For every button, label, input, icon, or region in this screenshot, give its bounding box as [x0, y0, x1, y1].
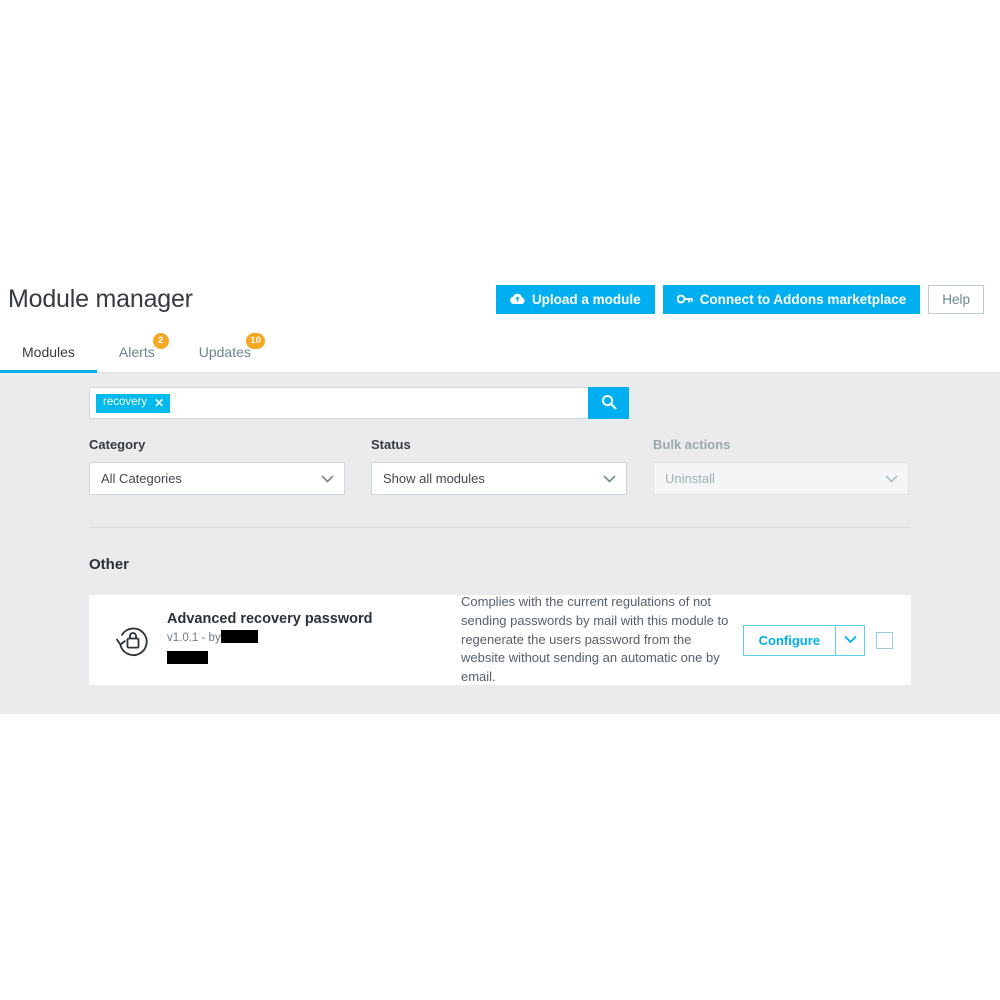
author-redaction-1 — [220, 630, 258, 644]
tab-alerts-label: Alerts — [118, 344, 155, 360]
status-select-value: Show all modules — [383, 471, 485, 486]
module-version-label: v1.0.1 - by — [167, 632, 221, 645]
page-header: Module manager Upload a module Connect t… — [0, 270, 1000, 328]
page-title: Module manager — [8, 284, 193, 313]
tab-alerts-badge: 2 — [152, 333, 169, 349]
chevron-down-icon — [844, 631, 857, 649]
connect-addons-button[interactable]: Connect to Addons marketplace — [662, 284, 921, 314]
bulk-actions-select: Uninstall — [653, 462, 909, 495]
filter-bulk-actions: Bulk actions Uninstall — [653, 437, 909, 495]
category-label: Category — [89, 437, 146, 452]
tab-updates[interactable]: Updates 10 — [177, 333, 273, 372]
module-select-checkbox[interactable] — [876, 631, 893, 649]
chevron-down-icon — [321, 474, 334, 483]
tab-alerts[interactable]: Alerts 2 — [97, 333, 177, 372]
filter-category: Category All Categories — [89, 437, 345, 495]
tab-updates-badge: 10 — [246, 333, 265, 349]
module-info: Advanced recovery password v1.0.1 - by — [161, 611, 461, 669]
bulk-actions-select-value: Uninstall — [665, 471, 715, 486]
search-bar: recovery ✕ — [89, 387, 629, 419]
module-card: Advanced recovery password v1.0.1 - by C… — [89, 593, 911, 685]
header-actions: Upload a module Connect to Addons market… — [495, 284, 984, 314]
tab-bar: Modules Alerts 2 Updates 10 — [0, 328, 1000, 373]
author-redaction-2 — [167, 651, 208, 664]
section-divider — [89, 527, 911, 528]
tab-updates-label: Updates — [198, 344, 251, 360]
close-icon[interactable]: ✕ — [154, 397, 164, 409]
password-recovery-icon — [105, 621, 161, 659]
configure-button[interactable]: Configure — [742, 624, 836, 656]
module-actions: Configure — [742, 624, 893, 656]
bulk-actions-label: Bulk actions — [653, 437, 731, 452]
module-description: Complies with the current regulations of… — [461, 593, 729, 685]
status-select[interactable]: Show all modules — [371, 462, 627, 495]
search-box[interactable]: recovery ✕ — [89, 387, 588, 419]
search-button[interactable] — [588, 387, 629, 419]
cloud-upload-icon — [510, 293, 525, 305]
search-chip-recovery[interactable]: recovery ✕ — [96, 393, 171, 413]
module-version-author: v1.0.1 - by — [167, 630, 461, 669]
category-select-value: All Categories — [101, 471, 182, 486]
key-icon — [676, 293, 693, 305]
search-input[interactable] — [176, 389, 582, 417]
content-area: recovery ✕ Category All Categories Statu… — [0, 373, 1000, 714]
tab-modules-label: Modules — [22, 344, 75, 360]
upload-module-label: Upload a module — [531, 291, 641, 307]
configure-dropdown-toggle[interactable] — [836, 624, 865, 656]
help-button[interactable]: Help — [928, 284, 984, 314]
upload-module-button[interactable]: Upload a module — [495, 284, 655, 314]
section-title-other: Other — [89, 556, 130, 573]
filter-status: Status Show all modules — [371, 437, 627, 495]
status-label: Status — [371, 437, 411, 452]
search-icon — [601, 394, 617, 413]
connect-addons-label: Connect to Addons marketplace — [699, 291, 907, 307]
help-label: Help — [942, 291, 970, 307]
app-page: Module manager Upload a module Connect t… — [0, 0, 1000, 1000]
category-select[interactable]: All Categories — [89, 462, 345, 495]
search-chip-label: recovery — [103, 396, 148, 409]
chevron-down-icon — [885, 474, 898, 483]
configure-label: Configure — [758, 632, 820, 648]
filter-row: Category All Categories Status Show all … — [89, 437, 911, 495]
chevron-down-icon — [603, 474, 616, 483]
configure-button-group: Configure — [742, 624, 865, 656]
tab-modules[interactable]: Modules — [0, 344, 97, 373]
module-name: Advanced recovery password — [167, 611, 373, 628]
